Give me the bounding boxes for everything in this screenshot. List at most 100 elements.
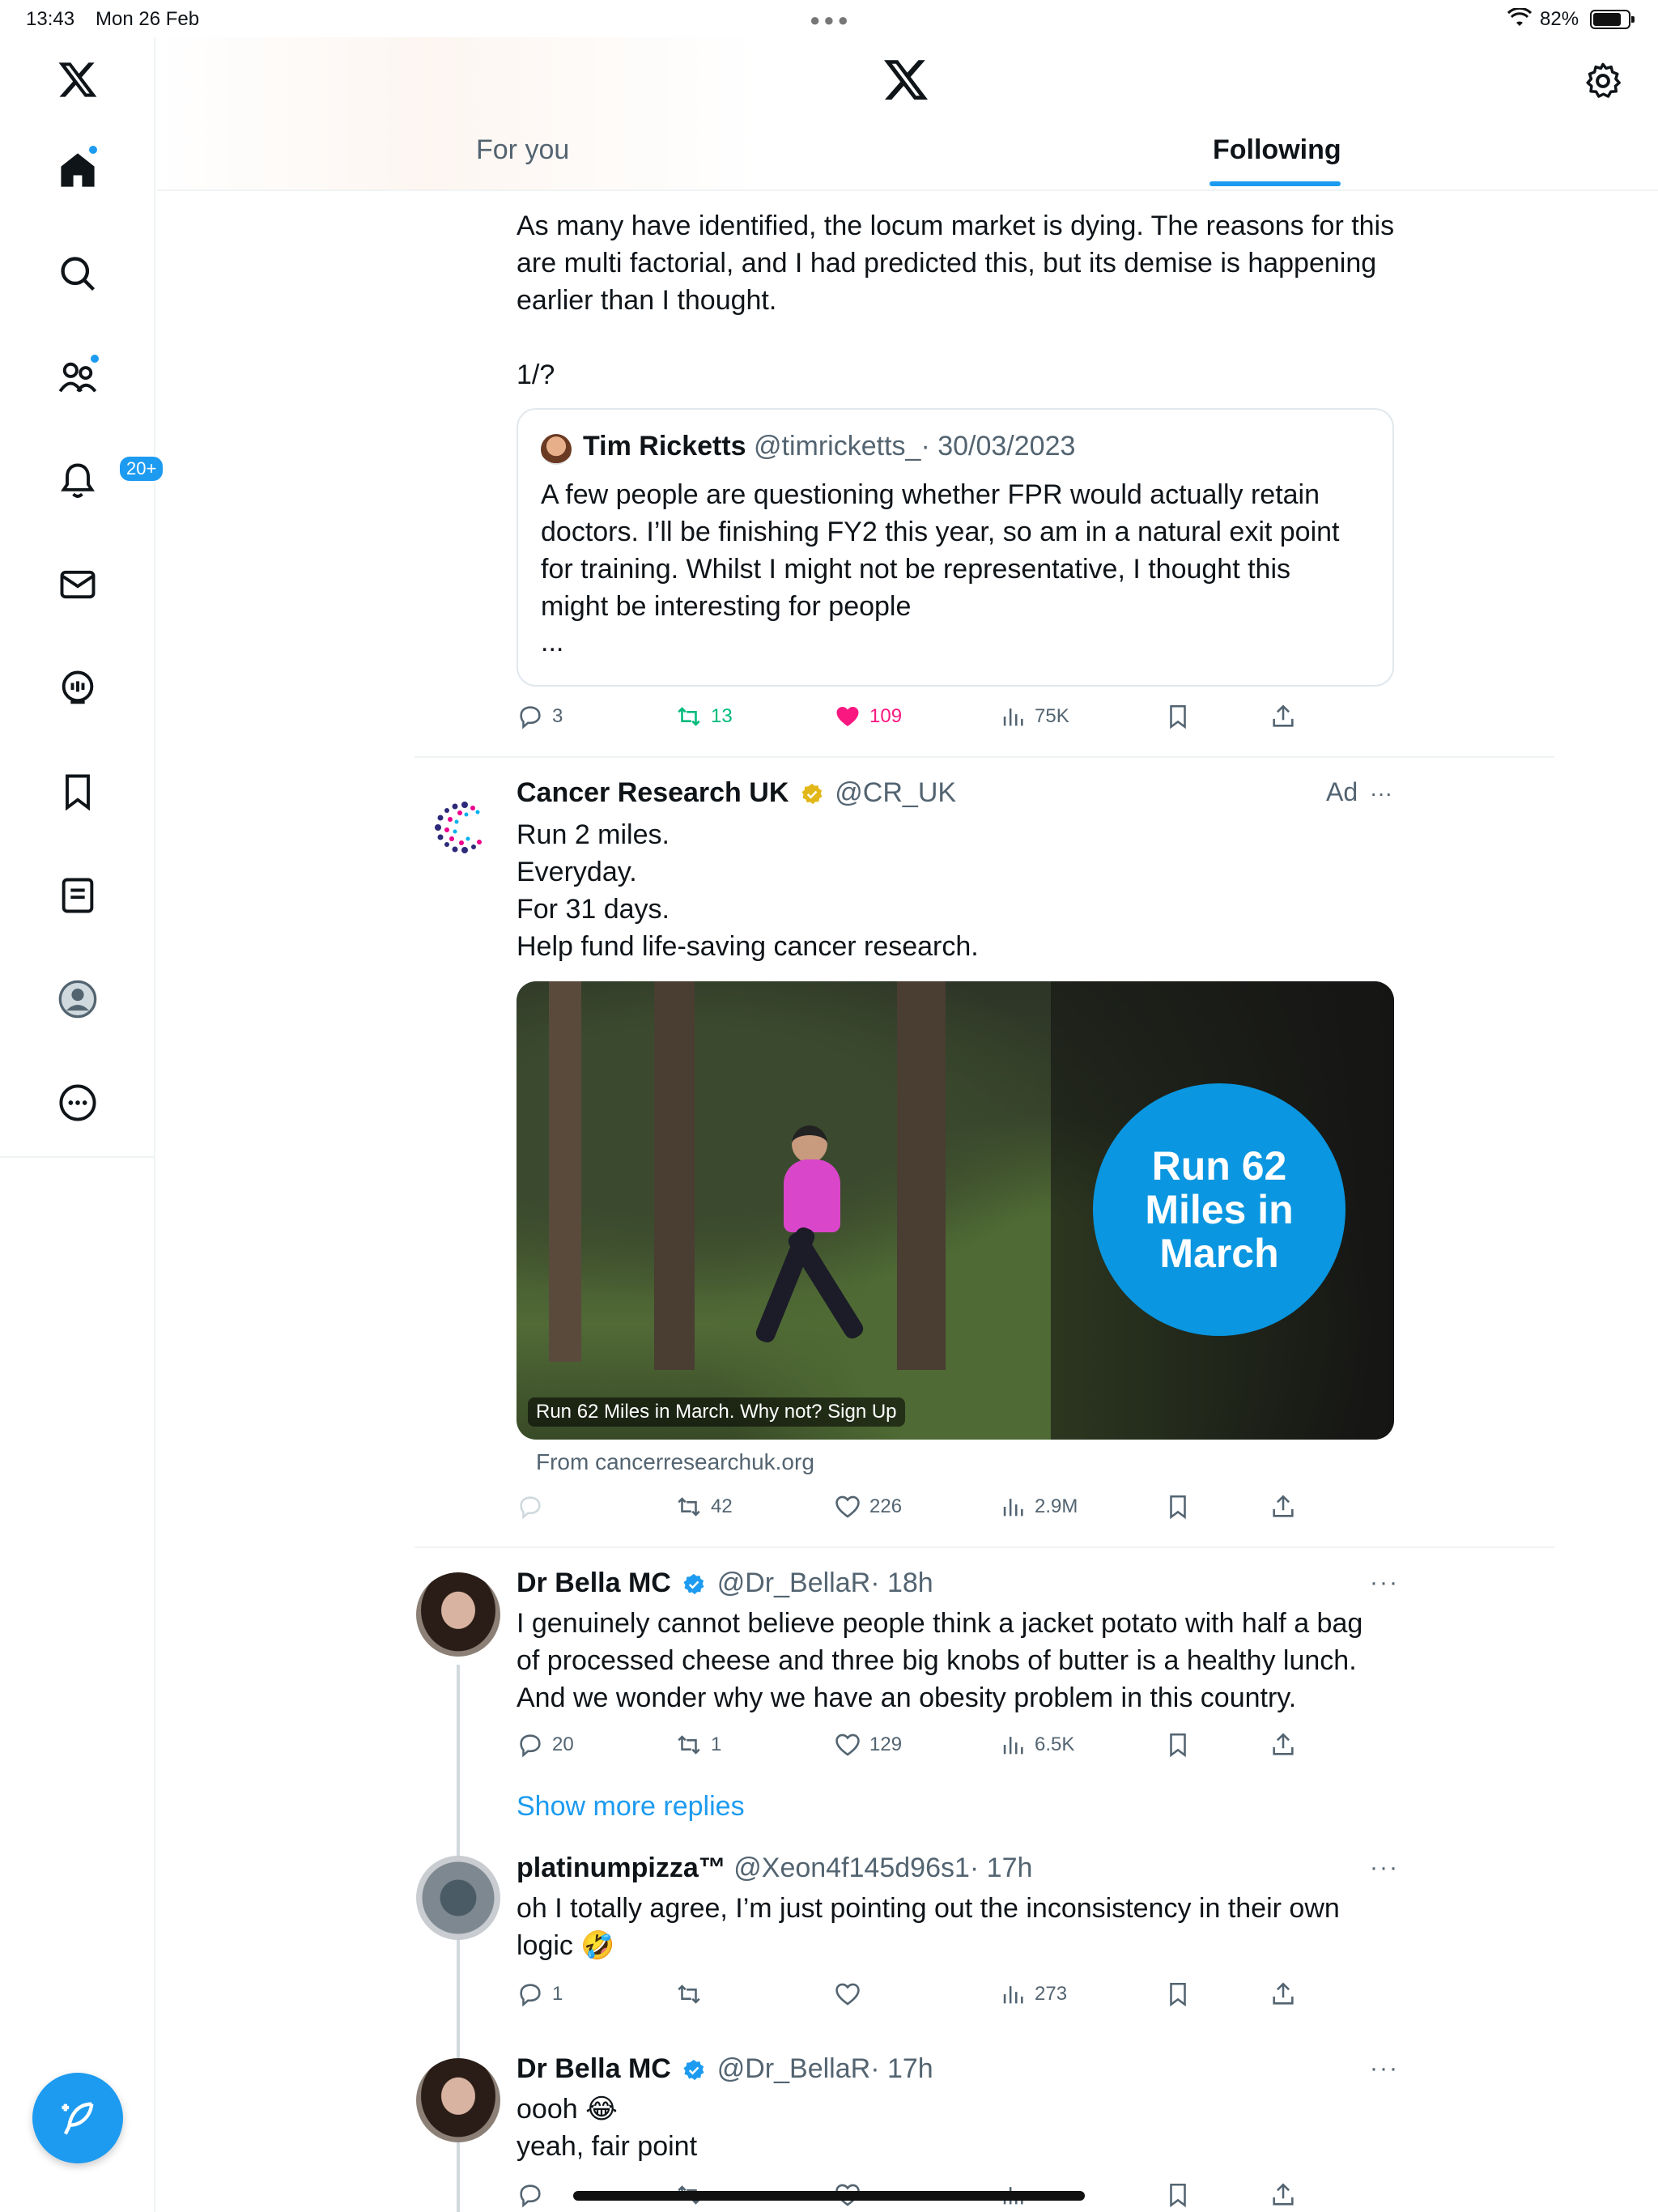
- author-name[interactable]: platinumpizza™: [517, 1853, 726, 1883]
- compose-post-button[interactable]: [32, 2073, 123, 2163]
- quoted-post-date: · 30/03/2023: [920, 431, 1076, 462]
- reply-button[interactable]: 20: [517, 1731, 574, 1759]
- compose-feather-icon: [62, 2102, 94, 2135]
- bookmark-icon: [1170, 1495, 1186, 1520]
- home-icon[interactable]: [45, 138, 110, 202]
- search-icon[interactable]: [45, 241, 110, 306]
- notifications-bell-icon[interactable]: 20+: [45, 449, 165, 513]
- tree-trunk: [654, 981, 695, 1370]
- bookmark-button[interactable]: [1164, 1731, 1192, 1759]
- feed-header: For you Following: [157, 37, 1658, 191]
- home-indicator-bar[interactable]: [573, 2191, 1085, 2201]
- author-handle[interactable]: @Dr_BellaR: [717, 1568, 870, 1598]
- author-handle[interactable]: @Xeon4f145d96s1: [733, 1853, 970, 1883]
- like-button[interactable]: 226: [834, 1493, 902, 1521]
- views-button[interactable]: 75K: [999, 703, 1069, 730]
- quoted-post-ellipsis: ...: [541, 627, 564, 657]
- bookmark-button[interactable]: [1164, 2181, 1192, 2209]
- post-timestamp[interactable]: · 17h: [870, 2053, 933, 2084]
- more-options-icon[interactable]: ···: [1370, 2055, 1399, 2082]
- share-button[interactable]: [1269, 1980, 1297, 2008]
- share-icon: [1273, 1733, 1294, 1755]
- views-chart-icon: [1003, 708, 1023, 726]
- reply-icon: [520, 706, 541, 730]
- show-more-replies-link[interactable]: Show more replies: [517, 1791, 745, 1823]
- post-timestamp[interactable]: · 17h: [970, 1853, 1033, 1883]
- messages-envelope-icon[interactable]: [45, 552, 110, 617]
- ad-image-caption[interactable]: Run 62 Miles in March. Why not? Sign Up: [528, 1397, 905, 1427]
- author-avatar[interactable]: [416, 2058, 500, 2142]
- reply-count: 1: [552, 1983, 563, 2005]
- views-button[interactable]: 2.9M: [999, 1493, 1078, 1521]
- x-logo-icon[interactable]: [45, 47, 110, 112]
- runner-leg: [785, 1228, 866, 1342]
- more-options-icon[interactable]: [45, 1070, 110, 1135]
- lists-icon[interactable]: [45, 863, 110, 928]
- views-button[interactable]: 6.5K: [999, 1731, 1074, 1759]
- post-text: oh I totally agree, I’m just pointing ou…: [517, 1893, 1340, 1961]
- ad-author-name[interactable]: Cancer Research UK: [517, 777, 789, 808]
- reply-icon: [520, 2184, 541, 2208]
- multitasking-dots-icon[interactable]: ●●●: [810, 10, 852, 31]
- share-icon: [1273, 1982, 1294, 2005]
- quoted-post-text: A few people are questioning whether FPR…: [541, 479, 1340, 622]
- like-count: 129: [869, 1733, 903, 1755]
- bookmark-button[interactable]: [1164, 703, 1192, 730]
- share-button[interactable]: [1269, 1731, 1297, 1759]
- post-timestamp[interactable]: · 18h: [870, 1568, 933, 1598]
- spaces-icon[interactable]: [45, 656, 110, 721]
- post-header: platinumpizza™ @Xeon4f145d96s1· 17h: [517, 1853, 1032, 1884]
- repost-button[interactable]: 13: [675, 703, 733, 730]
- reply-button[interactable]: [517, 1493, 552, 1521]
- repost-button[interactable]: 42: [675, 1493, 733, 1521]
- timeline-feed[interactable]: As many have identified, the locum marke…: [157, 191, 1658, 2212]
- bookmarks-icon[interactable]: [45, 759, 110, 824]
- more-options-icon[interactable]: ···: [1370, 1569, 1399, 1597]
- repost-button[interactable]: [675, 1980, 711, 2008]
- author-avatar[interactable]: [416, 1572, 500, 1657]
- post-text: oooh 😂 yeah, fair point: [517, 2094, 698, 2162]
- author-name[interactable]: Dr Bella MC: [517, 1568, 671, 1598]
- tab-for-you[interactable]: For you: [476, 134, 569, 166]
- communities-icon[interactable]: [45, 345, 110, 410]
- sidebar-nav: 20+: [0, 37, 165, 2212]
- like-button[interactable]: 109: [834, 703, 902, 730]
- view-count: 6.5K: [1035, 1733, 1075, 1755]
- quoted-post-card[interactable]: Tim Ricketts @timricketts_· 30/03/2023 A…: [517, 408, 1394, 687]
- ad-post-header: Cancer Research UK @CR_UK: [517, 777, 956, 809]
- bookmark-icon: [1170, 1733, 1186, 1758]
- share-button[interactable]: [1269, 703, 1297, 730]
- verified-gold-badge-icon: [801, 783, 823, 805]
- quoted-author-name[interactable]: Tim Ricketts: [583, 431, 746, 462]
- ad-author-handle[interactable]: @CR_UK: [835, 777, 956, 808]
- like-button[interactable]: 129: [834, 1731, 902, 1759]
- share-button[interactable]: [1269, 2181, 1297, 2209]
- share-button[interactable]: [1269, 1493, 1297, 1521]
- tab-following[interactable]: Following: [1213, 134, 1341, 166]
- reply-button[interactable]: 1: [517, 1980, 563, 2008]
- more-options-icon[interactable]: ···: [1370, 781, 1392, 806]
- author-name[interactable]: Dr Bella MC: [517, 2053, 671, 2084]
- view-count: 273: [1035, 1983, 1068, 2005]
- repost-icon: [678, 1735, 700, 1755]
- settings-gear-icon[interactable]: [1582, 60, 1624, 102]
- repost-icon: [678, 707, 700, 726]
- cruk-avatar[interactable]: [416, 785, 500, 870]
- like-button[interactable]: [834, 1980, 869, 2008]
- reply-button[interactable]: 3: [517, 703, 563, 730]
- like-count: 109: [869, 705, 903, 727]
- reply-button[interactable]: [517, 2181, 544, 2209]
- views-button[interactable]: 273: [999, 1980, 1067, 2008]
- post-actions: 1 273: [517, 1980, 1407, 2021]
- bookmark-button[interactable]: [1164, 1493, 1192, 1521]
- ad-source-link[interactable]: From cancerresearchuk.org: [536, 1449, 814, 1475]
- profile-avatar-icon[interactable]: [45, 967, 110, 1032]
- author-avatar[interactable]: [416, 1856, 500, 1940]
- bookmark-button[interactable]: [1164, 1980, 1192, 2008]
- reply-count: 3: [552, 705, 563, 727]
- repost-button[interactable]: 1: [675, 1731, 721, 1759]
- author-handle[interactable]: @Dr_BellaR: [717, 2053, 870, 2084]
- more-options-icon[interactable]: ···: [1370, 1854, 1399, 1882]
- ad-media-image[interactable]: Run 62 Miles in March Run 62 Miles in Ma…: [517, 981, 1394, 1440]
- quoted-author-handle[interactable]: @timricketts_: [754, 431, 920, 462]
